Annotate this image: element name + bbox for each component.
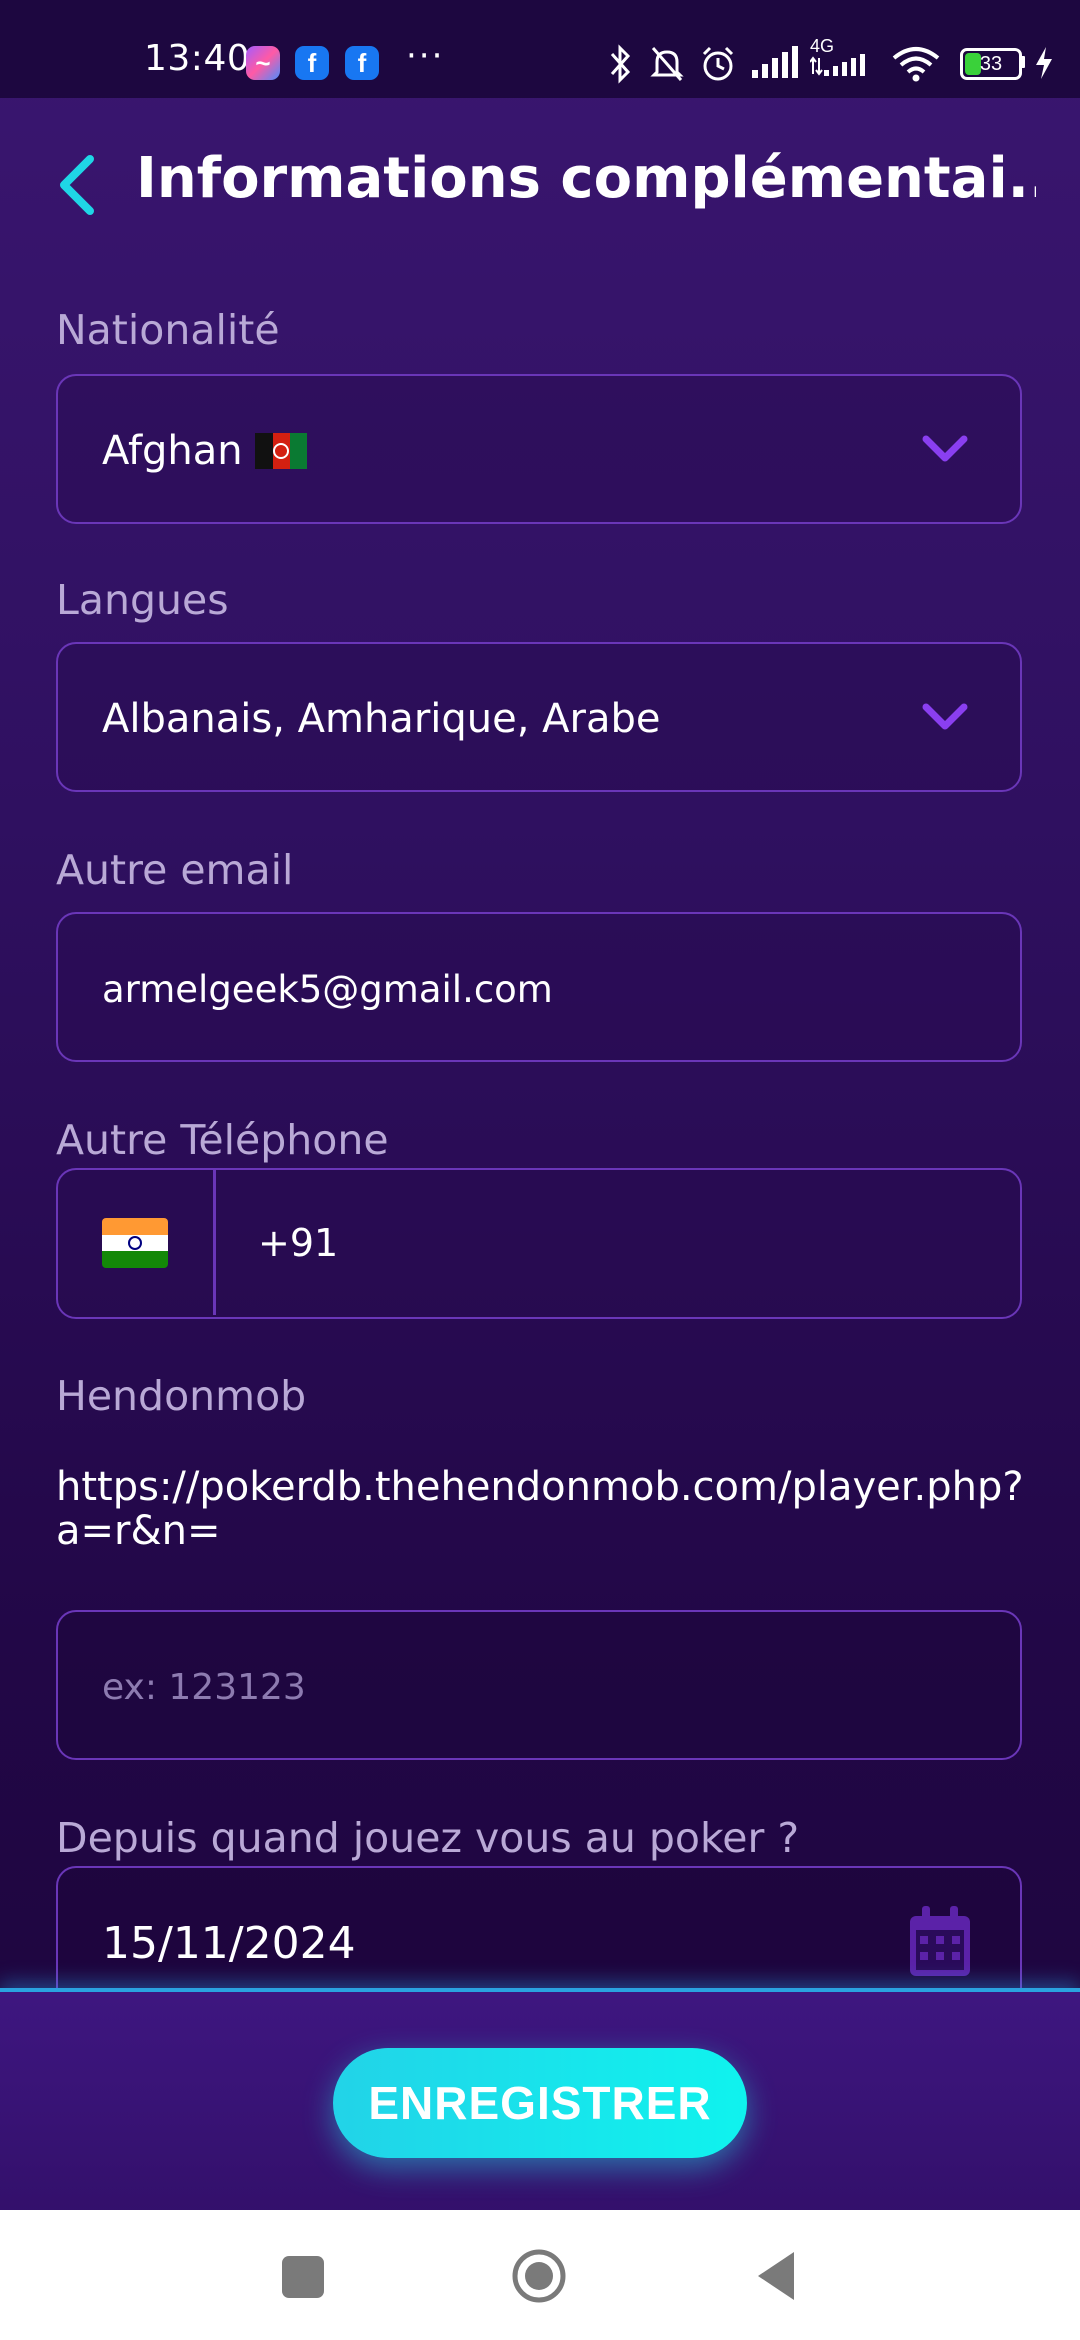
messenger-icon: ~ bbox=[246, 46, 280, 80]
back-arrow-icon[interactable] bbox=[52, 153, 102, 217]
facebook-icon: f bbox=[345, 46, 379, 80]
hendonmob-placeholder: ex: 123123 bbox=[102, 1666, 306, 1708]
page-title: Informations complémentai... bbox=[136, 146, 1036, 211]
hendonmob-label: Hendonmob bbox=[56, 1372, 307, 1420]
recent-apps-icon[interactable] bbox=[282, 2256, 324, 2298]
header: Informations complémentai... bbox=[0, 98, 1080, 268]
battery-percent: 33 bbox=[979, 52, 1003, 75]
other-email-value: armelgeek5@gmail.com bbox=[102, 967, 553, 1011]
languages-value: Albanais, Amharique, Arabe bbox=[102, 696, 661, 742]
phone-divider bbox=[213, 1170, 216, 1315]
afghanistan-flag-icon bbox=[254, 433, 307, 469]
back-triangle-icon[interactable] bbox=[756, 2250, 796, 2302]
nationality-value: Afghan bbox=[102, 428, 243, 474]
other-phone-label: Autre Téléphone bbox=[56, 1116, 389, 1164]
nationality-label: Nationalité bbox=[56, 306, 280, 354]
bottom-action-bar: ENREGISTRER bbox=[0, 1988, 1080, 2214]
signal-icon bbox=[752, 46, 798, 78]
facebook-icon: f bbox=[295, 46, 329, 80]
alarm-icon bbox=[702, 46, 734, 81]
battery-icon: 33 bbox=[960, 48, 1022, 80]
charging-icon bbox=[1036, 47, 1052, 79]
phone-code-value[interactable]: +91 bbox=[258, 1170, 338, 1315]
home-icon[interactable] bbox=[511, 2248, 567, 2304]
other-email-label: Autre email bbox=[56, 846, 294, 894]
nationality-select[interactable]: Afghan bbox=[56, 374, 1022, 524]
wifi-icon bbox=[892, 47, 940, 82]
bluetooth-icon bbox=[610, 44, 631, 84]
status-bar: 13:40 ~ f f ··· 4G 33 bbox=[0, 0, 1080, 98]
status-time: 13:40 bbox=[144, 38, 251, 79]
calendar-icon[interactable] bbox=[908, 1906, 972, 1978]
languages-label: Langues bbox=[56, 576, 229, 624]
hendonmob-id-input[interactable]: ex: 123123 bbox=[56, 1610, 1022, 1760]
bell-muted-icon bbox=[650, 47, 684, 81]
battery-tip bbox=[1020, 56, 1025, 68]
chevron-down-icon bbox=[922, 435, 968, 462]
nationality-value-row: Afghan bbox=[102, 376, 307, 526]
languages-select[interactable]: Albanais, Amharique, Arabe bbox=[56, 642, 1022, 792]
hendonmob-url: https://pokerdb.thehendonmob.com/player.… bbox=[56, 1464, 1024, 1554]
system-navigation-bar bbox=[0, 2210, 1080, 2340]
other-email-field[interactable]: armelgeek5@gmail.com bbox=[56, 912, 1022, 1062]
more-notifications-icon: ··· bbox=[406, 36, 445, 76]
signal-4g-icon bbox=[810, 54, 865, 76]
other-phone-field[interactable]: +91 bbox=[56, 1168, 1022, 1319]
poker-since-label: Depuis quand jouez vous au poker ? bbox=[56, 1814, 800, 1862]
india-flag-icon[interactable] bbox=[102, 1218, 168, 1268]
save-button[interactable]: ENREGISTRER bbox=[333, 2048, 747, 2158]
chevron-down-icon bbox=[922, 703, 968, 730]
